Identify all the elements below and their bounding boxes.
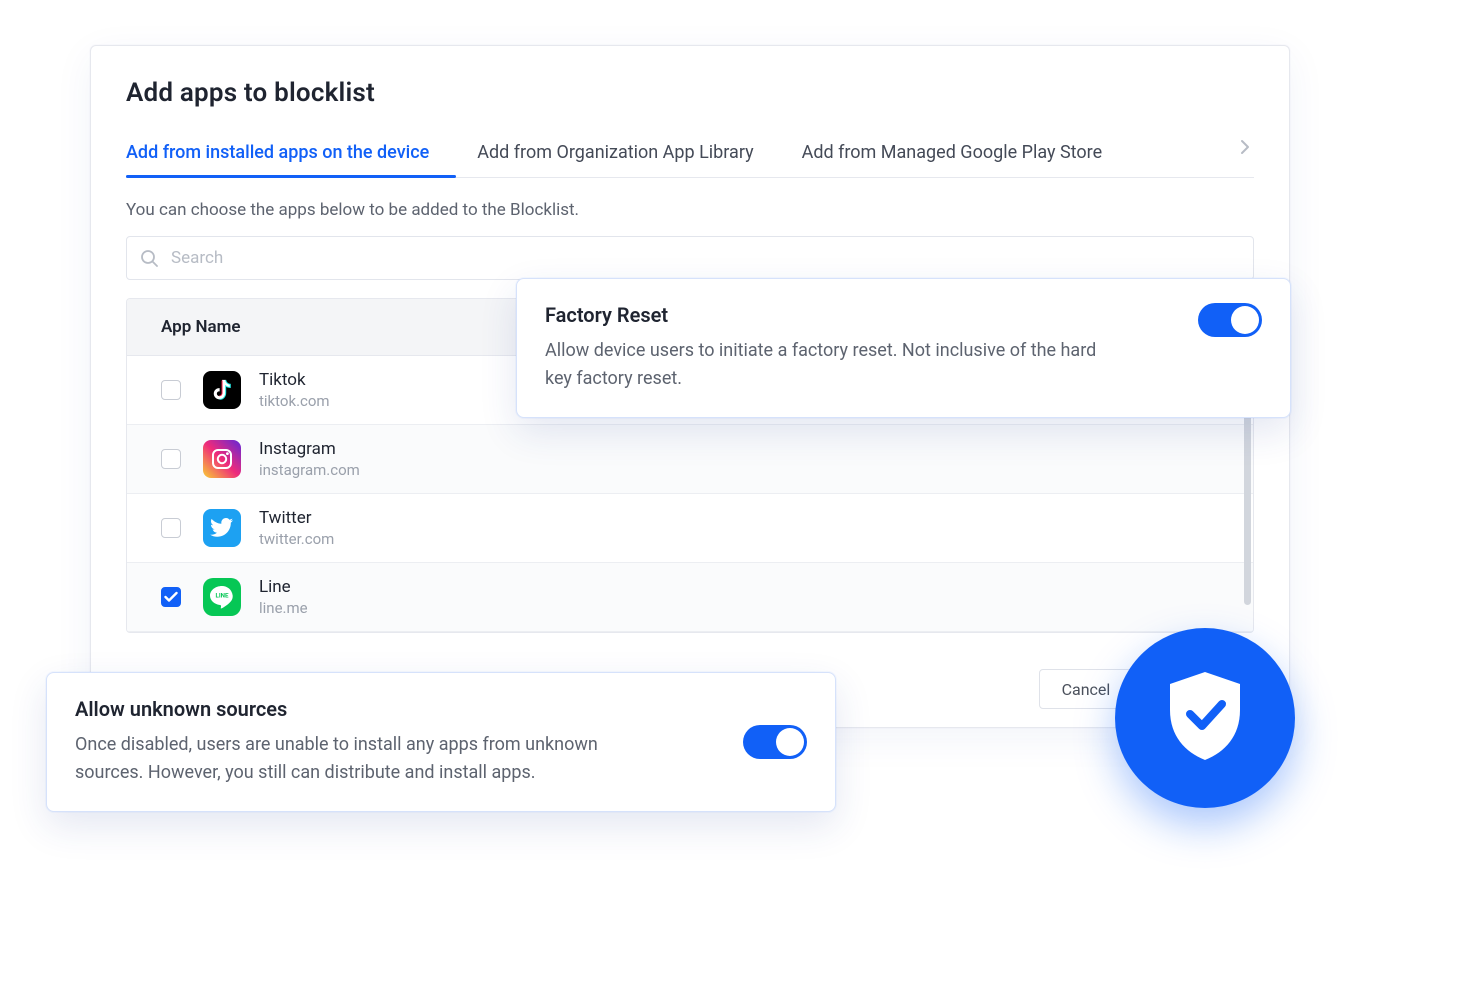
search-icon (140, 249, 158, 267)
app-name: Instagram (259, 439, 360, 459)
twitter-icon (203, 509, 241, 547)
app-name: Line (259, 577, 308, 597)
app-text: Twitter twitter.com (259, 508, 334, 548)
app-name: Twitter (259, 508, 334, 528)
tab-org-library[interactable]: Add from Organization App Library (477, 136, 753, 177)
setting-desc: Allow device users to initiate a factory… (545, 337, 1125, 393)
dialog-title: Add apps to blocklist (126, 78, 1254, 108)
table-row[interactable]: Twitter twitter.com (127, 494, 1253, 563)
checkbox[interactable] (161, 518, 181, 538)
unknown-sources-toggle[interactable] (743, 725, 807, 759)
tab-google-play[interactable]: Add from Managed Google Play Store (802, 136, 1103, 177)
search-input[interactable] (126, 236, 1254, 280)
col-app-name: App Name (161, 317, 241, 337)
table-row[interactable]: Instagram instagram.com (127, 425, 1253, 494)
toggle-knob (776, 728, 804, 756)
toggle-knob (1231, 306, 1259, 334)
chevron-right-icon (1240, 139, 1250, 160)
factory-reset-toggle[interactable] (1198, 303, 1262, 337)
setting-desc: Once disabled, users are unable to insta… (75, 731, 655, 787)
table-row[interactable]: LINE Line line.me (127, 563, 1253, 632)
tiktok-icon (203, 371, 241, 409)
app-sub: line.me (259, 599, 308, 617)
app-text: Tiktok tiktok.com (259, 370, 330, 410)
checkbox[interactable] (161, 587, 181, 607)
checkbox[interactable] (161, 380, 181, 400)
factory-reset-setting: Factory Reset Allow device users to init… (516, 278, 1291, 418)
app-sub: instagram.com (259, 461, 360, 479)
factory-reset-text: Factory Reset Allow device users to init… (545, 303, 1125, 393)
unknown-sources-text: Allow unknown sources Once disabled, use… (75, 697, 655, 787)
tab-installed-apps[interactable]: Add from installed apps on the device (126, 136, 429, 177)
line-icon: LINE (203, 578, 241, 616)
instagram-icon (203, 440, 241, 478)
unknown-sources-setting: Allow unknown sources Once disabled, use… (46, 672, 836, 812)
app-name: Tiktok (259, 370, 330, 390)
svg-text:LINE: LINE (215, 592, 229, 600)
app-text: Line line.me (259, 577, 308, 617)
search-wrap (126, 236, 1254, 280)
checkbox[interactable] (161, 449, 181, 469)
app-text: Instagram instagram.com (259, 439, 360, 479)
setting-title: Factory Reset (545, 303, 1125, 327)
app-sub: tiktok.com (259, 392, 330, 410)
table-scrollbar[interactable] (1244, 385, 1251, 605)
help-text: You can choose the apps below to be adde… (126, 200, 1254, 220)
shield-check-icon (1162, 668, 1248, 768)
app-sub: twitter.com (259, 530, 334, 548)
tabs-scroll-right[interactable] (1236, 139, 1254, 174)
setting-title: Allow unknown sources (75, 697, 655, 721)
security-shield-badge (1115, 628, 1295, 808)
tabs: Add from installed apps on the device Ad… (126, 136, 1254, 178)
